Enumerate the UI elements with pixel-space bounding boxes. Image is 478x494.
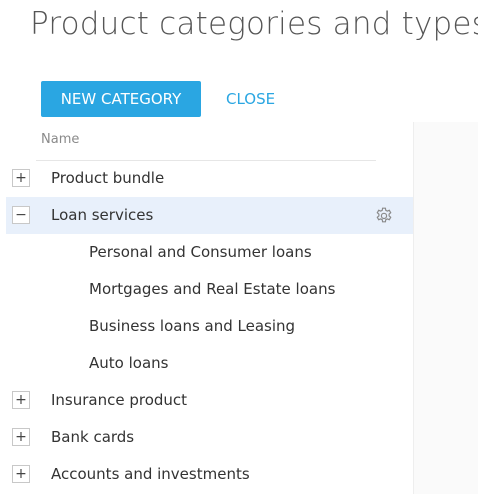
expand-toggle[interactable]: + (12, 465, 30, 483)
tree-row-personal-consumer-loans[interactable]: Personal and Consumer loans (6, 234, 413, 271)
tree-row-label: Loan services (51, 206, 154, 224)
expand-toggle[interactable]: + (12, 169, 30, 187)
tree-row-insurance-product[interactable]: + Insurance product (6, 382, 413, 419)
tree-row-bank-cards[interactable]: + Bank cards (6, 419, 413, 456)
tree-row-label: Bank cards (51, 428, 135, 446)
new-category-button[interactable]: NEW CATEGORY (41, 81, 201, 117)
expand-toggle[interactable]: + (12, 428, 30, 446)
tree-row-loan-services[interactable]: − Loan services (6, 197, 413, 234)
page-title: Product categories and types (30, 6, 478, 42)
tree-row-label: Auto loans (89, 354, 169, 372)
close-button[interactable]: CLOSE (220, 81, 281, 117)
expand-toggle[interactable]: + (12, 391, 30, 409)
tree-row-label: Mortgages and Real Estate loans (89, 280, 336, 298)
tree-row-auto-loans[interactable]: Auto loans (6, 345, 413, 382)
tree-row-product-bundle[interactable]: + Product bundle (6, 160, 413, 197)
collapse-toggle[interactable]: − (12, 206, 30, 224)
tree-row-label: Business loans and Leasing (89, 317, 296, 335)
details-panel (413, 122, 478, 494)
tree-row-business-loans-leasing[interactable]: Business loans and Leasing (6, 308, 413, 345)
tree-row-label: Personal and Consumer loans (89, 243, 312, 261)
tree-row-label: Insurance product (51, 391, 188, 409)
tree-row-accounts-investments[interactable]: + Accounts and investments (6, 456, 413, 493)
gear-icon[interactable] (374, 206, 394, 226)
tree-row-mortgages-real-estate-loans[interactable]: Mortgages and Real Estate loans (6, 271, 413, 308)
tree-row-label: Product bundle (51, 169, 165, 187)
tree-row-label: Accounts and investments (51, 465, 250, 483)
column-header-name: Name (41, 132, 80, 147)
